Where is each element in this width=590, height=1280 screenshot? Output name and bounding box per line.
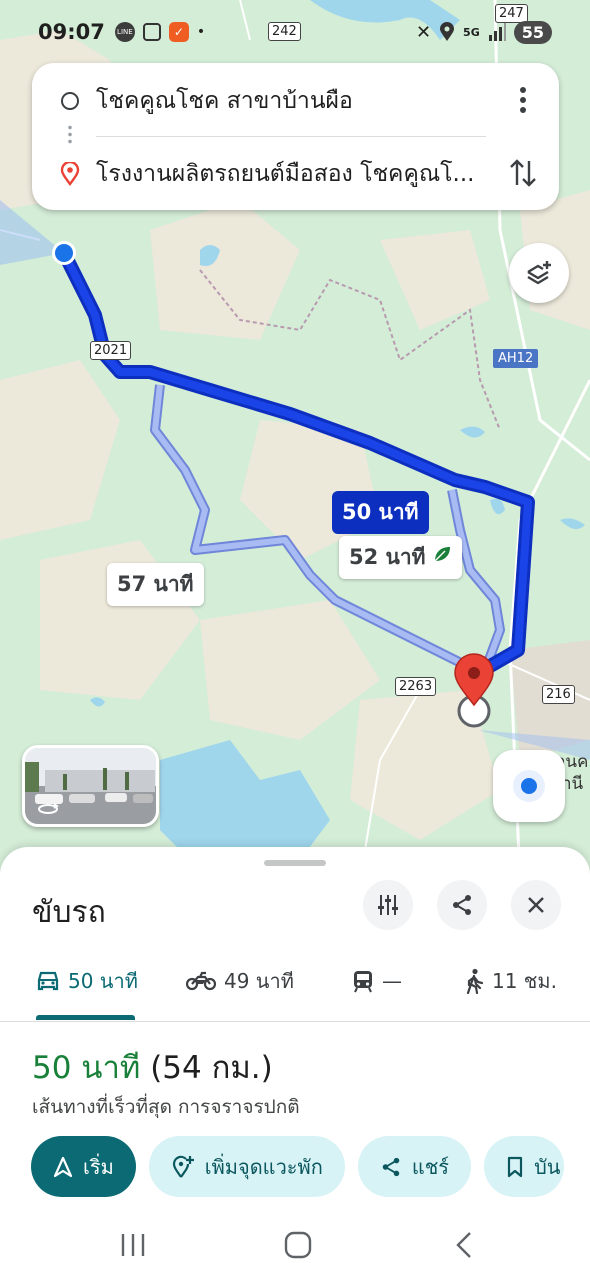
add-stop-button[interactable]: เพิ่มจุดแวะพัก: [148, 1136, 345, 1197]
swap-direction-icon[interactable]: [509, 157, 537, 189]
add-location-icon: [172, 1155, 194, 1178]
shopee-icon: ✓: [168, 22, 189, 42]
tune-icon: [378, 895, 398, 915]
car-icon: [37, 971, 59, 991]
origin-circle-icon: [61, 92, 79, 110]
share-button-label: แชร์: [411, 1154, 450, 1179]
tab-transit[interactable]: —: [352, 955, 402, 1007]
mute-icon: ✕: [415, 21, 432, 43]
travel-mode-title: ขับรถ: [32, 895, 106, 930]
share-icon: [382, 1157, 400, 1176]
share-icon: [453, 895, 471, 915]
bookmark-icon: [507, 1156, 523, 1177]
signal-icon: [488, 23, 506, 41]
route-label-alt-2[interactable]: 57 นาที: [107, 563, 204, 606]
layers-icon: [527, 261, 551, 285]
route-description: เส้นทางที่เร็วที่สุด การจราจรปกติ: [32, 1096, 300, 1118]
motorcycle-icon: [186, 971, 216, 991]
origin-field[interactable]: โชคคูณโชค สาขาบ้านผือ: [96, 83, 476, 119]
location-icon: [440, 22, 455, 41]
line-app-icon: LINE: [114, 22, 135, 42]
close-icon: [528, 897, 544, 913]
share-button[interactable]: แชร์: [357, 1136, 472, 1197]
share-route-button[interactable]: [437, 880, 487, 930]
route-distance: (54 กม.): [150, 1050, 273, 1086]
destination-field[interactable]: โรงงานผลิตรถยนต์มือสอง โชคคูณโ...: [96, 156, 481, 192]
save-button-label: บัน: [534, 1154, 561, 1179]
field-divider: [96, 136, 486, 137]
walk-icon: [466, 968, 484, 994]
home-icon[interactable]: [284, 1231, 312, 1259]
back-icon[interactable]: [454, 1231, 474, 1259]
action-buttons: เริ่ม เพิ่มจุดแวะพัก แชร์ บัน: [31, 1136, 565, 1197]
navigation-arrow-icon: [53, 1156, 73, 1177]
route-label-main[interactable]: 50 นาที: [332, 491, 429, 534]
system-nav-bar: [0, 1210, 590, 1280]
start-button-label: เริ่ม: [83, 1154, 114, 1179]
road-shield-2263: 2263: [395, 677, 437, 696]
route-label-alt-1[interactable]: 52 นาที: [339, 536, 462, 579]
status-bar: 09:07 LINE ✓ • ✕ 5G 55: [0, 0, 590, 64]
network-label: 5G: [463, 25, 480, 39]
destination-pin-icon: [60, 162, 80, 186]
tab-walking-label: 11 ชม.: [492, 969, 557, 993]
layers-button[interactable]: [509, 243, 569, 303]
road-shield-2021: 2021: [90, 341, 132, 360]
route-options-button[interactable]: [363, 880, 413, 930]
save-button[interactable]: บัน: [484, 1136, 565, 1197]
rotate-360-icon: [38, 803, 59, 814]
status-time: 09:07: [38, 20, 105, 44]
location-dot-icon: [513, 770, 545, 802]
tab-driving[interactable]: 50 นาที: [36, 955, 138, 1007]
active-tab-indicator: [36, 1015, 135, 1020]
origin-row[interactable]: โชคคูณโชค สาขาบ้านผือ: [32, 80, 559, 122]
tabs-divider: [0, 1021, 590, 1022]
dot-icon: •: [196, 24, 206, 40]
destination-row[interactable]: โรงงานผลิตรถยนต์มือสอง โชคคูณโ...: [32, 153, 559, 195]
tab-walking[interactable]: 11 ชม.: [464, 955, 557, 1007]
route-label-alt-1-text: 52 นาที: [349, 545, 426, 569]
battery-level: 55: [513, 20, 552, 44]
recent-apps-icon[interactable]: [119, 1232, 147, 1258]
tab-transit-label: —: [382, 969, 402, 993]
more-options-icon[interactable]: [518, 86, 528, 114]
road-shield-ah12: AH12: [493, 349, 539, 368]
add-stop-button-label: เพิ่มจุดแวะพัก: [204, 1154, 323, 1179]
eco-leaf-icon: [434, 547, 450, 562]
my-location-button[interactable]: [493, 750, 565, 822]
transit-icon: [354, 971, 372, 993]
route-duration: 50 นาที: [32, 1050, 141, 1086]
screenshot-icon: [142, 23, 161, 41]
tab-motorcycle-label: 49 นาที: [224, 969, 294, 993]
place-label-partial-2: านี: [562, 774, 584, 794]
street-view-thumbnail[interactable]: [22, 745, 159, 827]
route-connector-dots: [68, 124, 72, 146]
close-button[interactable]: [511, 880, 561, 930]
route-summary: 50 นาที (54 กม.): [32, 1042, 273, 1092]
sheet-drag-handle[interactable]: [264, 860, 326, 866]
tab-driving-label: 50 นาที: [68, 969, 138, 993]
directions-card: โชคคูณโชค สาขาบ้านผือ โรงงานผลิตรถยนต์มื…: [32, 63, 559, 210]
travel-mode-tabs: 50 นาที 49 นาที — 11 ชม.: [0, 955, 590, 1021]
tab-motorcycle[interactable]: 49 นาที: [186, 955, 294, 1007]
road-shield-216: 216: [542, 685, 575, 704]
start-button[interactable]: เริ่ม: [31, 1136, 136, 1197]
